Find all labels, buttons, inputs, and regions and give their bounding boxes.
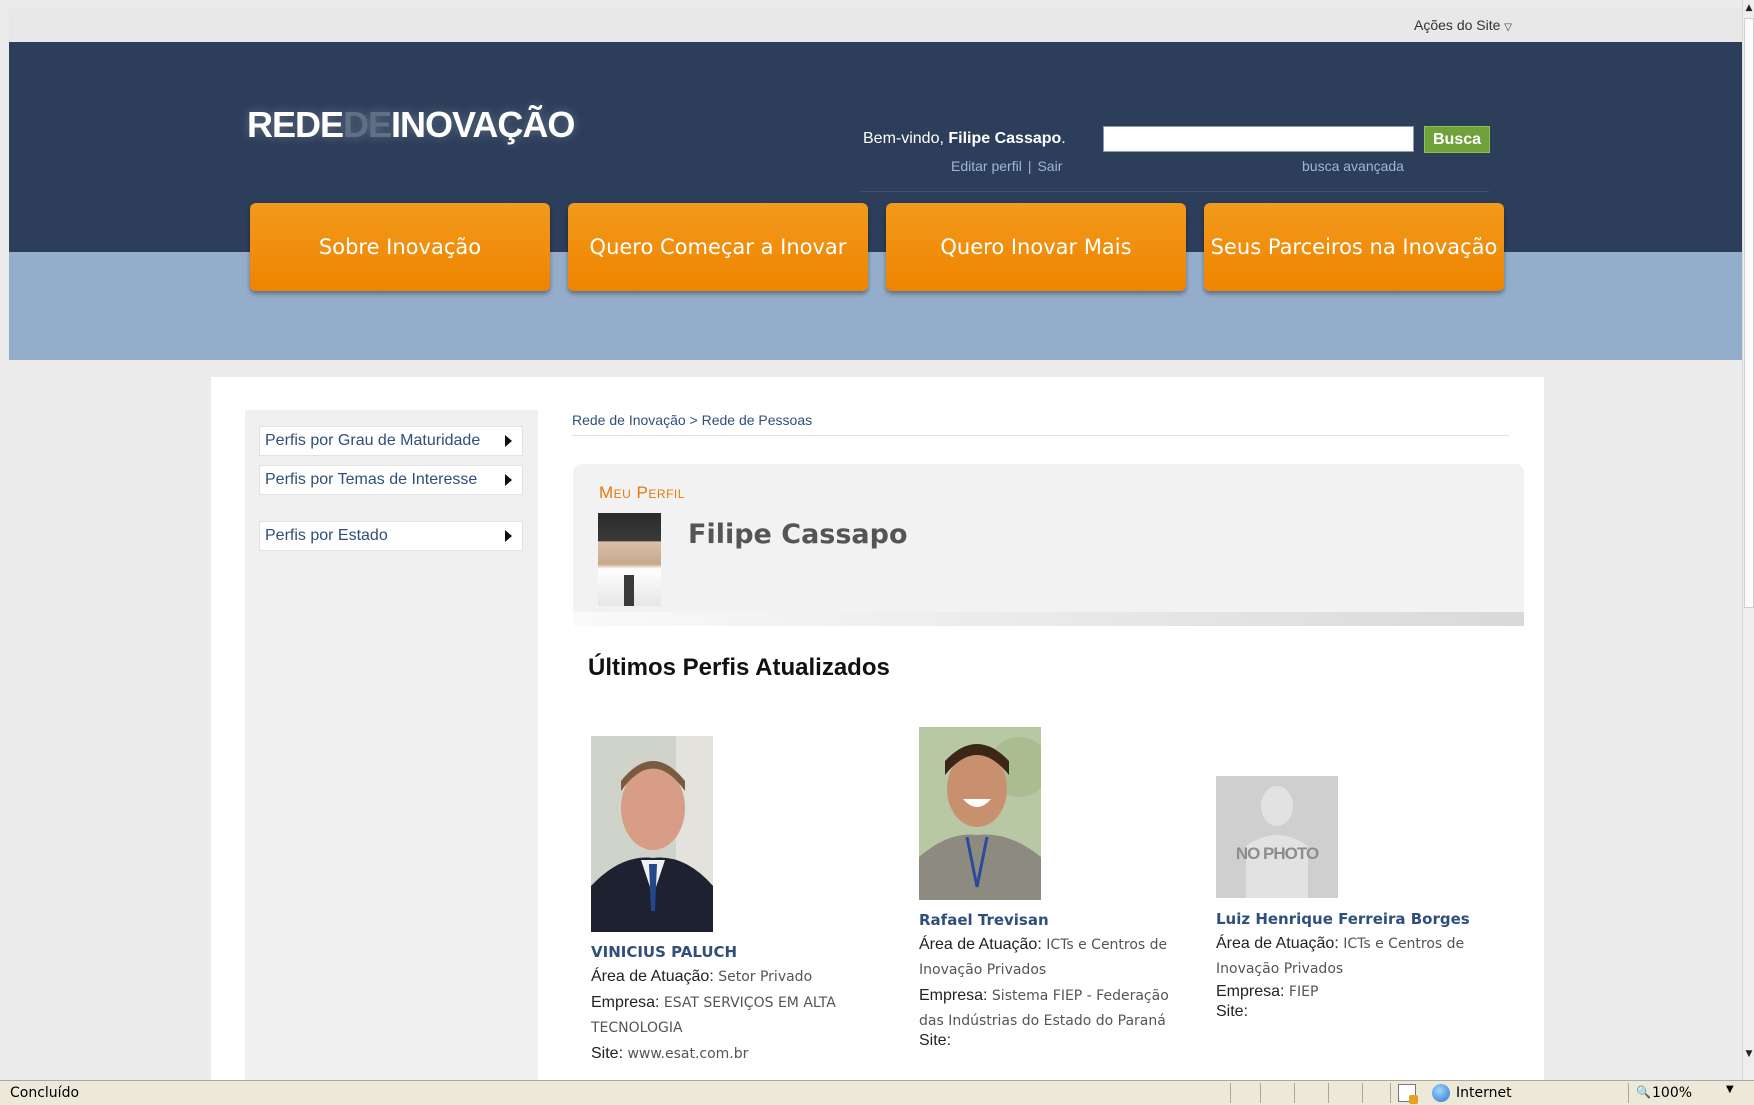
- my-profile-name[interactable]: Filipe Cassapo: [688, 519, 908, 550]
- profile-photo-vinicius[interactable]: [591, 736, 713, 932]
- sidebar-item-maturidade[interactable]: Perfis por Grau de Maturidade: [259, 426, 523, 456]
- chevron-down-icon: ▽: [1504, 22, 1512, 33]
- profile-name-link[interactable]: VINICIUS PALUCH: [591, 943, 737, 961]
- security-icon[interactable]: [1398, 1084, 1418, 1104]
- my-profile-box-footer: [573, 612, 1524, 626]
- profile-name-link[interactable]: Luiz Henrique Ferreira Borges: [1216, 910, 1470, 928]
- logout-link[interactable]: Sair: [1037, 158, 1062, 174]
- caret-right-icon: [505, 435, 512, 447]
- profile-info: Área de Atuação: Setor Privado Empresa: …: [591, 968, 836, 1062]
- search-input[interactable]: [1103, 126, 1414, 152]
- sidebar: Perfis por Grau de Maturidade Perfis por…: [245, 410, 538, 1080]
- vertical-scrollbar[interactable]: ▲ ▼: [1742, 0, 1754, 1080]
- profile-photo-placeholder[interactable]: NO PHOTO: [1216, 776, 1338, 898]
- edit-profile-link[interactable]: Editar perfil: [951, 158, 1022, 174]
- user-links: Editar perfil | Sair: [951, 158, 1063, 174]
- advanced-search-link[interactable]: busca avançada: [1302, 158, 1404, 174]
- my-profile-title: Meu Perfil: [599, 483, 685, 502]
- security-zone-label: Internet: [1456, 1085, 1512, 1101]
- nav-seus-parceiros[interactable]: Seus Parceiros na Inovação: [1204, 203, 1504, 291]
- latest-profiles-heading: Últimos Perfis Atualizados: [588, 654, 890, 681]
- caret-right-icon: [505, 474, 512, 486]
- profile-site-link[interactable]: www.esat.com.br: [627, 1046, 748, 1062]
- profile-info: Área de Atuação: ICTs e Centros de Inova…: [1216, 935, 1465, 1020]
- caret-right-icon: [505, 530, 512, 542]
- profile-photo-rafael[interactable]: [919, 727, 1041, 900]
- zoom-icon[interactable]: 🔍: [1636, 1085, 1651, 1099]
- zoom-level[interactable]: 100%: [1652, 1085, 1692, 1101]
- sidebar-item-temas[interactable]: Perfis por Temas de Interesse: [259, 465, 523, 495]
- profile-info: Área de Atuação: ICTs e Centros de Inova…: [919, 936, 1169, 1049]
- browser-viewport: Ações do Site ▽ REDEDEINOVAÇÃO Bem-vindo…: [0, 0, 1754, 1080]
- breadcrumb-current: Rede de Pessoas: [701, 412, 813, 428]
- nav-sobre-inovacao[interactable]: Sobre Inovação: [250, 203, 550, 291]
- nav-quero-inovar-mais[interactable]: Quero Inovar Mais: [886, 203, 1186, 291]
- search-button[interactable]: Busca: [1424, 126, 1490, 153]
- scrollbar-thumb[interactable]: [1744, 18, 1754, 608]
- profile-name-link[interactable]: Rafael Trevisan: [919, 911, 1049, 929]
- scroll-up-icon[interactable]: ▲: [1744, 0, 1754, 16]
- nav-quero-comecar-a-inovar[interactable]: Quero Começar a Inovar: [568, 203, 868, 291]
- site-logo[interactable]: REDEDEINOVAÇÃO: [247, 104, 575, 146]
- chevron-down-icon[interactable]: ▼: [1726, 1084, 1734, 1095]
- welcome-user-name: Filipe Cassapo: [948, 130, 1062, 147]
- globe-icon: [1432, 1084, 1450, 1102]
- header-divider: [861, 191, 1489, 192]
- welcome-message: Bem-vindo, Filipe Cassapo.: [863, 130, 1066, 147]
- sidebar-item-estado[interactable]: Perfis por Estado: [259, 521, 523, 551]
- my-profile-avatar[interactable]: [598, 513, 661, 606]
- site-actions-menu[interactable]: Ações do Site ▽: [1414, 17, 1512, 33]
- breadcrumb: Rede de Inovação > Rede de Pessoas: [572, 412, 1509, 436]
- no-photo-label: NO PHOTO: [1235, 844, 1319, 863]
- breadcrumb-root-link[interactable]: Rede de Inovação: [572, 412, 686, 428]
- status-bar: Concluído Internet 🔍 100% ▼: [0, 1080, 1754, 1105]
- status-text: Concluído: [10, 1085, 80, 1101]
- top-strip: Ações do Site ▽: [9, 9, 1742, 42]
- scroll-down-icon[interactable]: ▼: [1744, 1046, 1754, 1062]
